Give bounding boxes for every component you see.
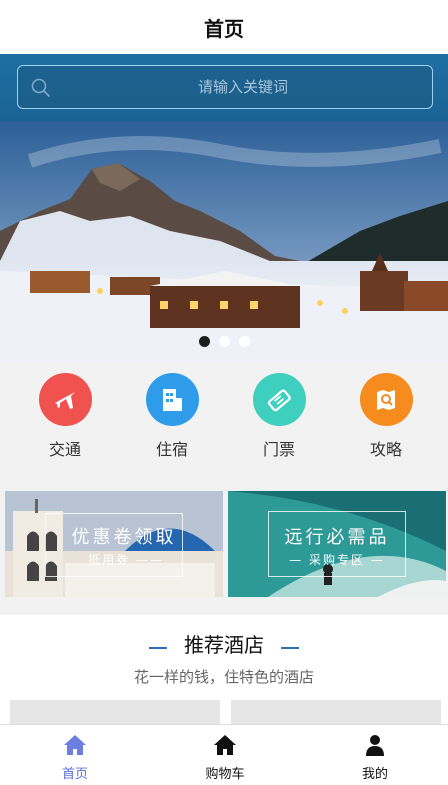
tab-cart[interactable]: 购物车 xyxy=(175,733,275,782)
quick-nav-label: 门票 xyxy=(262,440,295,459)
quick-nav-label: 攻略 xyxy=(369,440,402,459)
banner-carousel[interactable] xyxy=(0,121,448,361)
promo-coupon-card[interactable]: 优惠卷领取 抵用券 —— xyxy=(5,491,223,597)
home-icon xyxy=(64,735,86,755)
quick-nav-lodging[interactable]: 住宿 xyxy=(127,373,217,473)
section-title-row: 推荐酒店 xyxy=(0,629,448,658)
promo-subtitle: 抵用券 —— xyxy=(88,553,164,567)
recommended-hotels: 推荐酒店 花一样的钱，住特色的酒店 xyxy=(0,615,448,730)
carousel-dot[interactable] xyxy=(238,336,250,347)
title-dash xyxy=(281,646,300,649)
section-subtitle: 花一样的钱，住特色的酒店 xyxy=(133,668,314,686)
page-title: 首页 xyxy=(204,16,244,41)
promo-title: 远行必需品 xyxy=(284,527,390,548)
carousel-dots xyxy=(0,336,448,350)
promo-subtitle: — 采购专区 — xyxy=(289,553,385,567)
airplane-icon xyxy=(38,373,92,426)
ticket-icon xyxy=(252,373,306,426)
carousel-dot[interactable] xyxy=(218,336,230,347)
map-icon xyxy=(359,373,413,426)
quick-nav-guide[interactable]: 攻略 xyxy=(341,373,431,473)
quick-nav: 交通 住宿 门票 攻略 xyxy=(0,361,448,481)
tab-label: 购物车 xyxy=(205,767,245,782)
building-icon xyxy=(145,373,199,426)
search-input[interactable] xyxy=(58,66,428,107)
user-icon xyxy=(366,735,384,756)
banner-image xyxy=(0,121,448,361)
section-title: 推荐酒店 xyxy=(184,633,264,657)
tab-label: 我的 xyxy=(361,767,388,782)
quick-nav-tickets[interactable]: 门票 xyxy=(234,373,324,473)
promo-essentials-card[interactable]: 远行必需品 — 采购专区 — xyxy=(228,491,446,597)
quick-nav-label: 交通 xyxy=(48,440,81,459)
tab-label: 首页 xyxy=(61,767,88,782)
quick-nav-transport[interactable]: 交通 xyxy=(20,373,110,473)
carousel-dot[interactable] xyxy=(198,336,210,347)
top-header: 首页 xyxy=(0,0,448,54)
tab-home[interactable]: 首页 xyxy=(25,733,125,782)
cart-home-icon xyxy=(214,735,236,755)
search-icon xyxy=(31,78,50,97)
title-dash xyxy=(148,646,167,649)
quick-nav-label: 住宿 xyxy=(155,440,188,459)
promo-title: 优惠卷领取 xyxy=(71,527,177,548)
tab-profile[interactable]: 我的 xyxy=(325,733,425,782)
search-bar xyxy=(0,54,448,121)
bottom-tabbar: 首页 购物车 我的 xyxy=(0,724,448,785)
search-box[interactable] xyxy=(17,65,433,109)
